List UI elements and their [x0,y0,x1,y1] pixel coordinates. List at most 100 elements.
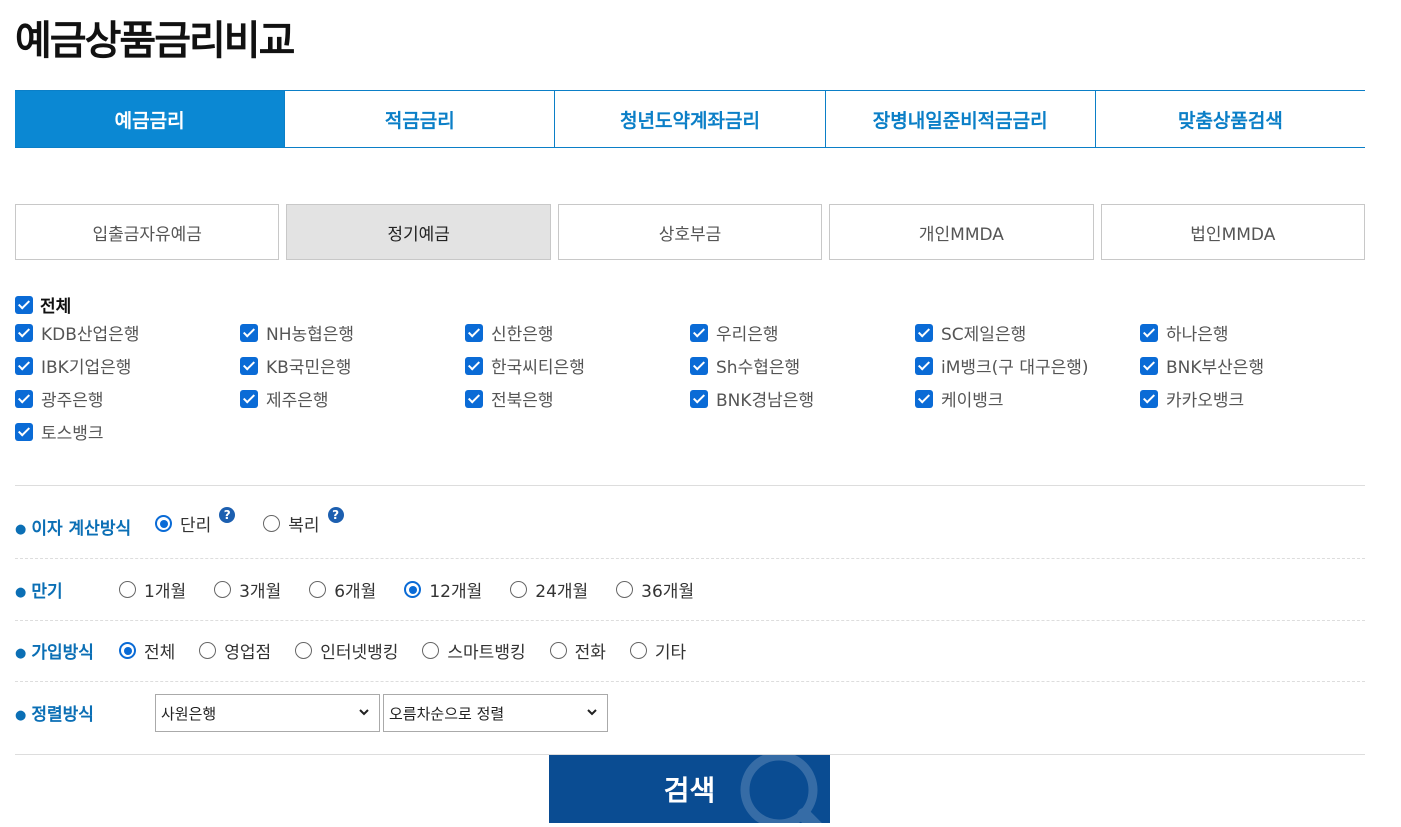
bank-checkbox[interactable]: SC제일은행 [915,322,1140,345]
radio-term-6m[interactable]: 6개월 [309,577,376,602]
tab-soldier-savings-rate[interactable]: 장병내일준비적금금리 [826,91,1096,147]
subtab-installment[interactable]: 상호부금 [557,204,823,260]
bank-checkbox[interactable]: 토스뱅크 [15,421,240,444]
bank-checkbox[interactable]: BNK부산은행 [1140,355,1365,378]
bank-checkbox[interactable]: iM뱅크(구 대구은행) [915,355,1140,378]
checkbox[interactable] [15,389,33,408]
checkbox[interactable] [915,389,933,408]
bank-label: 한국씨티은행 [491,358,585,378]
bank-label: 토스뱅크 [41,424,104,444]
tab-deposit-rate[interactable]: 예금금리 [15,91,286,147]
bank-label: NH농협은행 [266,325,355,345]
radio-button[interactable] [119,642,136,659]
checkbox[interactable] [1140,389,1158,408]
bank-label: IBK기업은행 [41,358,132,378]
checkbox-all-box[interactable] [15,295,33,314]
divider [15,485,1365,486]
checkbox[interactable] [240,323,258,342]
checkbox[interactable] [15,356,33,375]
tab-youth-account-rate[interactable]: 청년도약계좌금리 [555,91,826,147]
search-button[interactable]: 검색 [549,755,830,823]
bank-checkbox[interactable]: 우리은행 [690,322,915,345]
bank-checkbox[interactable]: 광주은행 [15,388,240,411]
bank-checkbox[interactable]: 케이뱅크 [915,388,1140,411]
radio-button[interactable] [629,642,647,659]
sort-order-select[interactable]: 오름차순으로 정렬 [383,694,608,732]
bank-checkbox[interactable]: NH농협은행 [240,322,465,345]
bank-label: SC제일은행 [941,325,1027,345]
checkbox[interactable] [15,323,33,342]
radio-join-all[interactable]: 전체 [119,638,175,663]
radio-join-phone[interactable]: 전화 [549,638,606,663]
radio-compound-interest[interactable]: 복리 ? [263,506,344,536]
radio-join-internet[interactable]: 인터넷뱅킹 [295,638,398,663]
checkbox[interactable] [1140,323,1158,342]
radio-term-36m[interactable]: 36개월 [616,577,694,602]
checkbox[interactable] [690,389,708,408]
tab-savings-rate[interactable]: 적금금리 [285,91,556,147]
search-button-label: 검색 [663,774,716,807]
radio-term-12m[interactable]: 12개월 [404,577,482,602]
checkbox[interactable] [690,323,708,342]
checkbox-all-label: 전체 [40,297,72,317]
bank-label: Sh수협은행 [716,358,801,378]
radio-button[interactable] [510,581,528,598]
radio-button[interactable] [199,642,217,659]
bank-checkbox[interactable]: IBK기업은행 [15,355,240,378]
radio-button[interactable] [422,642,440,659]
checkbox[interactable] [1140,356,1158,375]
radio-join-other[interactable]: 기타 [629,638,686,663]
subtab-time-deposit[interactable]: 정기예금 [286,204,551,260]
radio-button[interactable] [119,581,136,598]
bank-checkbox[interactable]: 전북은행 [465,388,690,411]
checkbox[interactable] [465,389,483,408]
bank-label: 신한은행 [491,325,554,345]
checkbox[interactable] [465,356,483,375]
help-icon[interactable]: ? [219,506,236,523]
radio-join-branch[interactable]: 영업점 [199,638,271,663]
search-icon [740,755,822,823]
radio-term-24m[interactable]: 24개월 [510,577,588,602]
checkbox[interactable] [690,356,708,375]
sort-field-select[interactable]: 사원은행 [155,694,380,732]
bank-checkbox[interactable]: 카카오뱅크 [1140,388,1365,411]
bank-label: BNK경남은행 [716,391,815,411]
radio-join-smart[interactable]: 스마트뱅킹 [422,638,526,663]
checkbox[interactable] [15,422,33,441]
radio-simple-interest[interactable]: 단리 ? [155,506,236,536]
bank-checkbox[interactable]: 제주은행 [240,388,465,411]
bank-checkbox[interactable]: 한국씨티은행 [465,355,690,378]
bank-checkbox[interactable]: 신한은행 [465,322,690,345]
radio-button[interactable] [616,581,634,598]
bank-checkbox[interactable]: KB국민은행 [240,355,465,378]
checkbox[interactable] [465,323,483,342]
bank-checkbox[interactable]: KDB산업은행 [15,322,240,345]
radio-button[interactable] [263,515,281,532]
radio-button[interactable] [404,581,422,598]
radio-button[interactable] [549,642,567,659]
checkbox[interactable] [240,389,258,408]
checkbox[interactable] [915,323,933,342]
chevron-down-icon [359,709,369,716]
radio-button[interactable] [295,642,313,659]
bank-checkbox[interactable]: BNK경남은행 [690,388,915,411]
divider [15,620,1365,621]
subtab-corporate-mmda[interactable]: 법인MMDA [1100,204,1366,260]
bank-label: 카카오뱅크 [1166,391,1245,411]
checkbox-all[interactable]: 전체 [15,292,71,317]
bank-checkbox[interactable]: 하나은행 [1140,322,1365,345]
checkbox[interactable] [915,356,933,375]
join-method-options: 전체 영업점 인터넷뱅킹 스마트뱅킹 전화 기타 [119,638,686,663]
radio-button[interactable] [155,515,172,532]
interest-method-options: 단리 ? 복리 ? [155,506,344,536]
radio-button[interactable] [214,581,232,598]
radio-term-3m[interactable]: 3개월 [214,577,281,602]
bank-checkbox[interactable]: Sh수협은행 [690,355,915,378]
subtab-personal-mmda[interactable]: 개인MMDA [829,204,1094,260]
radio-button[interactable] [309,581,327,598]
subtab-demand-deposit[interactable]: 입출금자유예금 [15,204,280,260]
tab-custom-search[interactable]: 맞춤상품검색 [1096,91,1365,147]
help-icon[interactable]: ? [327,506,344,523]
checkbox[interactable] [240,356,258,375]
radio-term-1m[interactable]: 1개월 [119,577,186,602]
